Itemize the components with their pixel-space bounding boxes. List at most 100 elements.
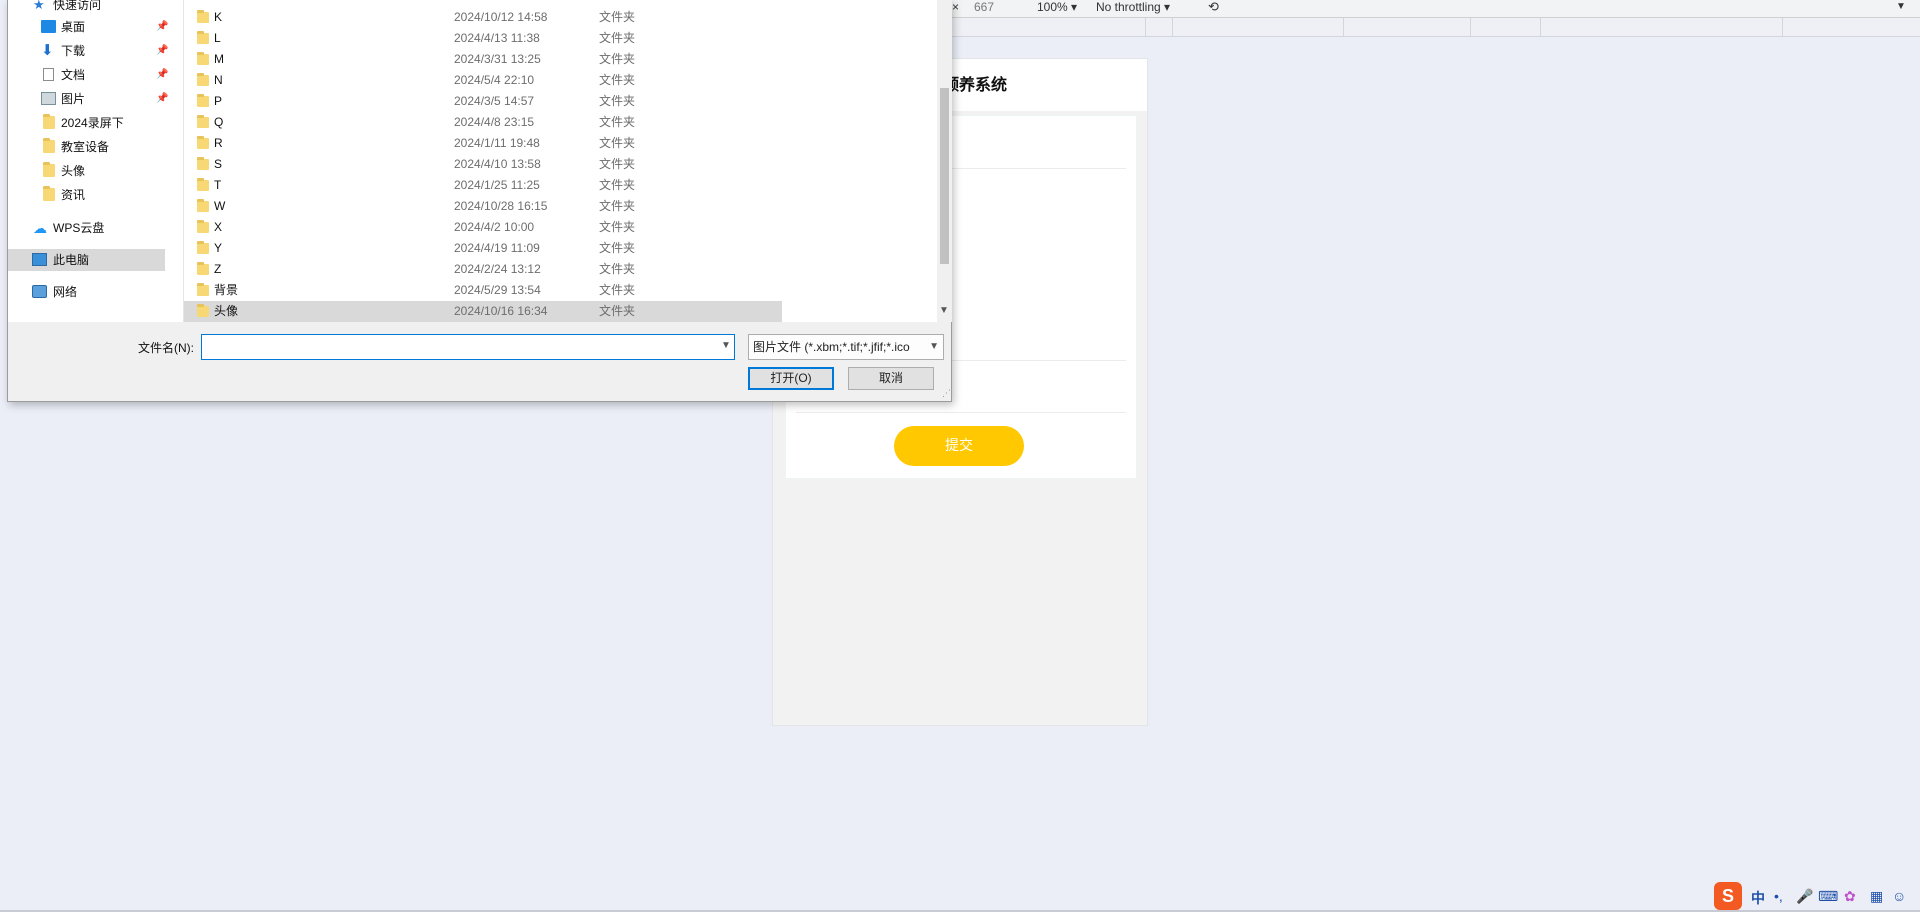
list-item[interactable]: T 2024/1/25 11:25 文件夹 [184, 175, 782, 196]
file-date: 2024/3/31 13:25 [454, 52, 541, 66]
nav-item-label: 教室设备 [61, 140, 110, 154]
folder-icon [197, 10, 209, 23]
throttling-select[interactable]: No throttling ▾ [1096, 0, 1170, 14]
grid-icon[interactable]: ▦ [1870, 888, 1883, 905]
emoji-icon[interactable]: ☺ [1892, 888, 1906, 904]
devtools-device-toolbar: × 667 100% ▾ No throttling ▾ ⟲ ▼ [940, 0, 1920, 18]
pin-icon[interactable]: 📌 [156, 16, 168, 38]
computer-icon [32, 253, 47, 266]
nav-item-label: 图片 [61, 92, 86, 106]
list-item[interactable]: Y 2024/4/19 11:09 文件夹 [184, 238, 782, 259]
chevron-down-icon[interactable]: ▼ [1896, 0, 1906, 14]
scroll-thumb[interactable] [940, 88, 949, 264]
list-item[interactable]: S 2024/4/10 13:58 文件夹 [184, 154, 782, 175]
skin-icon[interactable]: ✿ [1844, 888, 1856, 905]
dimension-separator: × [952, 0, 960, 14]
pin-icon[interactable]: 📌 [156, 64, 168, 86]
desktop-icon [41, 20, 56, 33]
nav-item-folder[interactable]: 头像 [8, 160, 183, 182]
vertical-scrollbar[interactable]: ▼ [937, 0, 952, 322]
nav-item-pictures[interactable]: 图片 📌 [8, 88, 183, 110]
nav-item-label: WPS云盘 [53, 221, 105, 235]
folder-icon [197, 199, 209, 212]
cloud-icon: ☁ [33, 220, 47, 236]
nav-item-folder[interactable]: 教室设备 [8, 136, 183, 158]
list-item[interactable]: N 2024/5/4 22:10 文件夹 [184, 70, 782, 91]
filename-label: 文件名(N): [138, 341, 194, 355]
rotate-icon[interactable]: ⟲ [1208, 0, 1219, 14]
keyboard-icon[interactable]: ⌨ [1818, 888, 1838, 905]
ruler-tick [1540, 18, 1541, 37]
picture-icon [41, 92, 56, 105]
file-type: 文件夹 [599, 262, 636, 276]
file-date: 2024/1/25 11:25 [454, 178, 540, 192]
resize-grip-icon[interactable]: ⋰ [942, 388, 951, 399]
folder-icon [197, 304, 209, 317]
nav-item-downloads[interactable]: ⬇ 下载 📌 [8, 40, 183, 62]
filetype-select[interactable]: 图片文件 (*.xbm;*.tif;*.jfif;*.ico ▼ [748, 334, 944, 360]
list-item-selected[interactable]: 头像 2024/10/16 16:34 文件夹 [184, 301, 782, 322]
list-item[interactable]: K 2024/10/12 14:58 文件夹 [184, 7, 782, 28]
file-date: 2024/4/13 11:38 [454, 31, 540, 45]
nav-item-label: 文档 [61, 68, 86, 82]
file-list[interactable]: K 2024/10/12 14:58 文件夹 L 2024/4/13 11:38 文件夹… [183, 0, 939, 322]
file-date: 2024/4/19 11:09 [454, 241, 540, 255]
list-item[interactable]: W 2024/10/28 16:15 文件夹 [184, 196, 782, 217]
file-type: 文件夹 [599, 241, 636, 255]
file-date: 2024/4/2 10:00 [454, 220, 535, 234]
nav-item-desktop[interactable]: 桌面 📌 [8, 16, 183, 38]
scroll-down-icon[interactable]: ▼ [939, 305, 949, 316]
file-name: W [214, 199, 226, 213]
nav-item-this-pc[interactable]: 此电脑 [8, 249, 165, 271]
list-item[interactable]: P 2024/3/5 14:57 文件夹 [184, 91, 782, 112]
microphone-icon[interactable]: 🎤 [1796, 888, 1813, 905]
divider [796, 412, 1126, 413]
nav-item-wps-cloud[interactable]: ☁ WPS云盘 [8, 217, 183, 239]
file-name: Q [214, 115, 224, 129]
list-item[interactable]: X 2024/4/2 10:00 文件夹 [184, 217, 782, 238]
file-type: 文件夹 [599, 178, 636, 192]
network-icon [32, 285, 47, 298]
file-type: 文件夹 [599, 136, 636, 150]
list-item[interactable]: R 2024/1/11 19:48 文件夹 [184, 133, 782, 154]
filename-input[interactable] [201, 334, 735, 360]
list-item[interactable]: 背景 2024/5/29 13:54 文件夹 [184, 280, 782, 301]
chevron-down-icon[interactable]: ▼ [721, 340, 731, 351]
list-item[interactable]: Q 2024/4/8 23:15 文件夹 [184, 112, 782, 133]
viewport-height-input[interactable]: 667 [974, 0, 994, 14]
punctuation-icon[interactable]: •, [1774, 888, 1783, 904]
list-item[interactable]: M 2024/3/31 13:25 文件夹 [184, 49, 782, 70]
folder-icon [43, 138, 55, 153]
folder-icon [197, 115, 209, 128]
folder-icon [197, 283, 209, 296]
nav-item-label: 下载 [61, 44, 86, 58]
throttling-value: No throttling [1096, 0, 1161, 14]
nav-item-label: 快速访问 [53, 0, 102, 12]
nav-item-label: 2024录屏下 [61, 116, 124, 130]
list-item[interactable]: L 2024/4/13 11:38 文件夹 [184, 28, 782, 49]
navigation-pane[interactable]: ★ 快速访问 桌面 📌 ⬇ 下载 📌 文档 📌 图片 📌 2024录屏下 教室设… [8, 0, 183, 322]
nav-item-label: 网络 [53, 285, 78, 299]
submit-button[interactable]: 提交 [894, 426, 1024, 466]
zoom-select[interactable]: 100% ▾ [1037, 0, 1077, 14]
list-item[interactable]: Z 2024/2/24 13:12 文件夹 [184, 259, 782, 280]
folder-icon [197, 52, 209, 65]
cancel-button[interactable]: 取消 [848, 367, 934, 390]
nav-item-folder[interactable]: 2024录屏下 [8, 112, 183, 134]
ime-mode-toggle[interactable]: 中 [1751, 888, 1765, 908]
ime-logo-icon[interactable]: S [1714, 882, 1742, 910]
folder-icon [197, 220, 209, 233]
chevron-down-icon: ▼ [929, 341, 939, 352]
nav-item-documents[interactable]: 文档 📌 [8, 64, 183, 86]
pin-icon[interactable]: 📌 [156, 88, 168, 110]
file-open-dialog: ★ 快速访问 桌面 📌 ⬇ 下载 📌 文档 📌 图片 📌 2024录屏下 教室设… [7, 0, 952, 402]
nav-item-label: 资讯 [61, 188, 86, 202]
nav-item-folder[interactable]: 资讯 [8, 184, 183, 206]
open-button[interactable]: 打开(O) [748, 367, 834, 390]
pin-icon[interactable]: 📌 [156, 40, 168, 62]
nav-item-network[interactable]: 网络 [8, 281, 183, 303]
nav-item-quick-access[interactable]: ★ 快速访问 [8, 0, 183, 16]
folder-icon [197, 136, 209, 149]
file-date: 2024/2/24 13:12 [454, 262, 541, 276]
file-name: L [214, 31, 221, 45]
